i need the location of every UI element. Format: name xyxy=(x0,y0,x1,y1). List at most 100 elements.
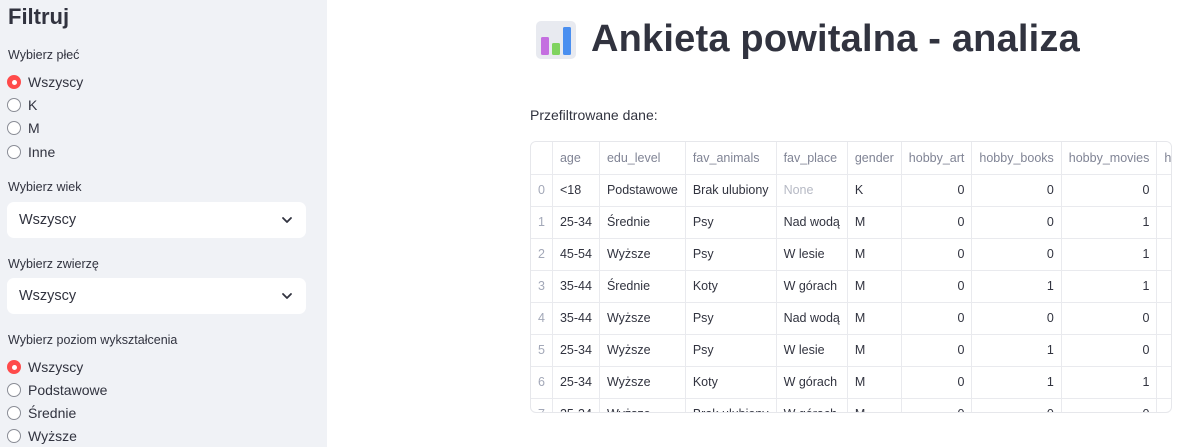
table-cell[interactable]: Wyższe xyxy=(599,334,686,367)
bar-chart-icon xyxy=(536,20,576,59)
table-cell[interactable]: 0 xyxy=(901,206,973,239)
table-cell[interactable]: 25-34 xyxy=(552,398,600,412)
table-cell[interactable]: M xyxy=(847,238,902,271)
column-header[interactable]: fav_animals xyxy=(685,142,777,175)
row-index: 5 xyxy=(531,334,553,367)
column-header[interactable]: hobby_movies xyxy=(1061,142,1158,175)
column-header[interactable]: fav_place xyxy=(776,142,848,175)
table-row[interactable]: 6 25-34 Wyższe Koty W górach M 0 1 1 xyxy=(531,366,1171,399)
table-cell[interactable]: None xyxy=(776,174,848,207)
table-cell[interactable]: 1 xyxy=(971,366,1062,399)
table-cell[interactable]: Podstawowe xyxy=(599,174,686,207)
data-table[interactable]: age edu_level fav_animals fav_place gender ho… xyxy=(530,141,1172,413)
table-cell[interactable]: 25-34 xyxy=(552,334,600,367)
column-header[interactable]: age xyxy=(552,142,600,175)
table-cell[interactable]: Psy xyxy=(685,238,777,271)
table-cell[interactable]: Psy xyxy=(685,334,777,367)
table-cell[interactable]: 0 xyxy=(971,302,1062,335)
table-cell[interactable]: Średnie xyxy=(599,206,686,239)
table-cell[interactable]: M xyxy=(847,334,902,367)
table-cell[interactable]: Koty xyxy=(685,366,777,399)
table-cell[interactable]: M xyxy=(847,398,902,412)
table-cell[interactable]: M xyxy=(847,302,902,335)
table-cell[interactable]: 0 xyxy=(901,334,973,367)
table-cell[interactable]: 1 xyxy=(971,270,1062,303)
table-row[interactable]: 4 35-44 Wyższe Psy Nad wodą M 0 0 0 xyxy=(531,302,1171,335)
table-cell[interactable]: Wyższe xyxy=(599,238,686,271)
table-row[interactable]: 5 25-34 Wyższe Psy W lesie M 0 1 0 xyxy=(531,334,1171,367)
age-select[interactable]: Wszyscy xyxy=(7,202,306,238)
table-row[interactable]: 3 35-44 Średnie Koty W górach M 0 1 1 xyxy=(531,270,1171,303)
table-cell[interactable]: 0 xyxy=(901,270,973,303)
table-cell[interactable]: M xyxy=(847,366,902,399)
table-cell[interactable]: W górach xyxy=(776,270,848,303)
education-option-secondary[interactable]: Średnie xyxy=(7,403,76,423)
table-cell[interactable]: 0 xyxy=(1061,302,1158,335)
table-row[interactable]: 1 25-34 Średnie Psy Nad wodą M 0 0 1 xyxy=(531,206,1171,239)
table-cell[interactable]: Średnie xyxy=(599,270,686,303)
table-cell[interactable]: Nad wodą xyxy=(776,302,848,335)
table-cell[interactable]: 0 xyxy=(901,174,973,207)
table-row[interactable]: 0 <18 Podstawowe Brak ulubiony None K 0 0 0 xyxy=(531,174,1171,207)
table-cell[interactable]: Wyższe xyxy=(599,398,686,412)
table-cell[interactable]: Nad wodą xyxy=(776,206,848,239)
table-cell[interactable]: 35-44 xyxy=(552,270,600,303)
table-cell[interactable]: 0 xyxy=(971,206,1062,239)
index-header[interactable] xyxy=(531,142,553,175)
table-cell[interactable]: Brak ulubiony xyxy=(685,398,777,412)
table-row[interactable]: 2 45-54 Wyższe Psy W lesie M 0 0 1 xyxy=(531,238,1171,271)
table-cell[interactable]: K xyxy=(847,174,902,207)
education-option-all[interactable]: Wszyscy xyxy=(7,357,83,377)
table-cell[interactable]: W górach xyxy=(776,366,848,399)
table-cell[interactable]: 0 xyxy=(971,174,1062,207)
gender-option-all[interactable]: Wszyscy xyxy=(7,72,83,92)
table-row[interactable]: 725-34WyższeBrak ulubionyW górachM000 xyxy=(531,398,1171,412)
gender-option-k[interactable]: K xyxy=(7,95,37,115)
age-label: Wybierz wiek xyxy=(8,180,82,194)
table-cell[interactable]: 0 xyxy=(901,366,973,399)
table-cell[interactable]: 0 xyxy=(901,398,973,412)
table-cell[interactable]: 45-54 xyxy=(552,238,600,271)
column-header[interactable]: hobby_art xyxy=(901,142,973,175)
table-cell[interactable]: 25-34 xyxy=(552,206,600,239)
education-option-primary[interactable]: Podstawowe xyxy=(7,380,107,400)
radio-icon xyxy=(7,98,21,112)
table-cell[interactable]: 0 xyxy=(971,238,1062,271)
education-option-higher[interactable]: Wyższe xyxy=(7,426,77,446)
table-cell[interactable]: 1 xyxy=(1061,270,1158,303)
table-cell[interactable]: W lesie xyxy=(776,238,848,271)
table-cell[interactable]: W górach xyxy=(776,398,848,412)
table-cell[interactable]: 1 xyxy=(1061,238,1158,271)
table-cell[interactable]: Brak ulubiony xyxy=(685,174,777,207)
chevron-down-icon xyxy=(282,217,292,223)
table-cell[interactable]: 0 xyxy=(901,238,973,271)
animal-select[interactable]: Wszyscy xyxy=(7,278,306,314)
gender-option-other[interactable]: Inne xyxy=(7,142,55,162)
table-cell[interactable]: 0 xyxy=(1061,398,1158,412)
table-cell[interactable]: 1 xyxy=(971,334,1062,367)
table-cell[interactable]: M xyxy=(847,270,902,303)
table-cell[interactable]: M xyxy=(847,206,902,239)
table-cell[interactable]: Psy xyxy=(685,206,777,239)
column-header[interactable]: gender xyxy=(847,142,902,175)
table-cell-overflow xyxy=(1156,302,1171,335)
table-cell[interactable]: 35-44 xyxy=(552,302,600,335)
table-cell-overflow xyxy=(1156,334,1171,367)
column-header[interactable]: h xyxy=(1156,142,1171,175)
table-cell[interactable]: W lesie xyxy=(776,334,848,367)
table-cell[interactable]: 25-34 xyxy=(552,366,600,399)
table-cell[interactable]: Koty xyxy=(685,270,777,303)
table-cell[interactable]: 0 xyxy=(901,302,973,335)
column-header[interactable]: hobby_books xyxy=(971,142,1062,175)
column-header[interactable]: edu_level xyxy=(599,142,686,175)
table-cell[interactable]: Wyższe xyxy=(599,302,686,335)
table-cell[interactable]: Psy xyxy=(685,302,777,335)
table-cell[interactable]: 1 xyxy=(1061,366,1158,399)
table-cell[interactable]: 0 xyxy=(1061,334,1158,367)
table-cell[interactable]: 0 xyxy=(1061,174,1158,207)
table-cell[interactable]: 1 xyxy=(1061,206,1158,239)
table-cell[interactable]: 0 xyxy=(971,398,1062,412)
table-cell[interactable]: <18 xyxy=(552,174,600,207)
table-cell[interactable]: Wyższe xyxy=(599,366,686,399)
gender-option-m[interactable]: M xyxy=(7,118,40,138)
